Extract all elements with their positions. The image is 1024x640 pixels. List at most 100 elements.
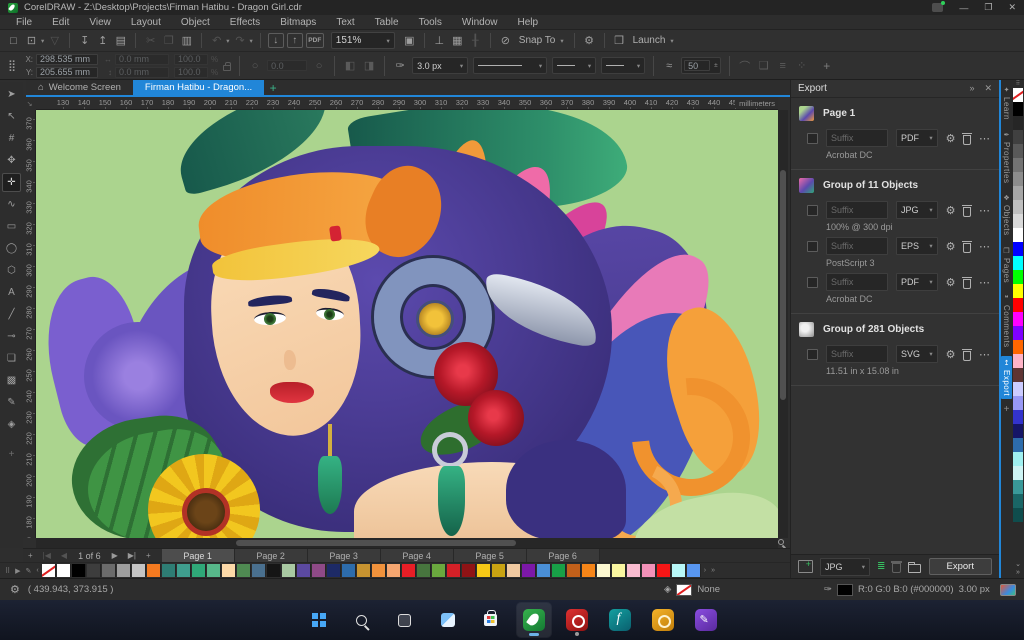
color-swatch[interactable] bbox=[1013, 256, 1023, 270]
collapse-docker-icon[interactable]: » bbox=[969, 83, 974, 94]
checkbox[interactable] bbox=[807, 240, 818, 252]
suffix-input[interactable] bbox=[826, 129, 888, 147]
scale-x-field[interactable] bbox=[174, 53, 208, 65]
color-swatch[interactable] bbox=[596, 564, 611, 577]
docker-tab-export[interactable]: ↥ Export bbox=[1001, 355, 1012, 400]
color-swatch[interactable] bbox=[476, 564, 491, 577]
more-options-icon[interactable]: ⋯ bbox=[979, 348, 991, 361]
color-swatch[interactable] bbox=[551, 564, 566, 577]
share-upload-icon[interactable]: ↥ bbox=[95, 33, 110, 49]
add-tool[interactable]: + bbox=[2, 445, 21, 464]
color-swatch[interactable] bbox=[416, 564, 431, 577]
status-settings-gear-icon[interactable]: ⚙ bbox=[10, 583, 20, 596]
more-options-icon[interactable]: ⋯ bbox=[979, 204, 991, 217]
polygon-tool[interactable]: ⬡ bbox=[2, 261, 21, 280]
account-icon[interactable] bbox=[932, 1, 946, 12]
trash-icon[interactable] bbox=[962, 132, 972, 145]
color-proof-monitor-icon[interactable] bbox=[1000, 583, 1016, 596]
color-swatch[interactable] bbox=[386, 564, 401, 577]
page-tab-4[interactable]: Page 4 bbox=[380, 548, 454, 563]
close-button[interactable]: ✕ bbox=[1008, 2, 1016, 13]
show-rulers-icon[interactable]: ⊥ bbox=[432, 33, 447, 49]
snap-off-icon[interactable]: ⊘ bbox=[498, 33, 513, 49]
capture-icon[interactable] bbox=[646, 603, 680, 637]
color-swatch[interactable] bbox=[1013, 466, 1023, 480]
outline-width-select[interactable]: 3.0 px ▾ bbox=[412, 57, 469, 74]
previous-page-icon[interactable]: ◀ bbox=[56, 551, 72, 560]
color-swatch[interactable] bbox=[146, 564, 161, 577]
restore-button[interactable]: ❐ bbox=[984, 2, 992, 13]
widgets-icon[interactable] bbox=[431, 603, 465, 637]
color-swatch[interactable] bbox=[1013, 494, 1023, 508]
print-icon[interactable]: ▤ bbox=[113, 33, 128, 49]
settings-gear-icon[interactable]: ⚙ bbox=[946, 132, 956, 145]
scrollbar-thumb[interactable] bbox=[236, 540, 516, 546]
trash-icon[interactable] bbox=[962, 348, 972, 361]
docker-tab-learn[interactable]: ✦ Learn bbox=[1001, 83, 1012, 123]
color-swatch[interactable] bbox=[131, 564, 146, 577]
docker-tab-properties[interactable]: ✒ Properties bbox=[1001, 128, 1012, 186]
eyedropper-icon[interactable]: ✎ bbox=[24, 567, 34, 575]
checkbox[interactable] bbox=[807, 348, 818, 360]
color-swatch[interactable] bbox=[641, 564, 656, 577]
export-button[interactable]: Export bbox=[928, 558, 992, 575]
publish-pdf-icon[interactable]: PDF bbox=[305, 33, 324, 48]
scroll-down-icon[interactable]: ⌄ bbox=[1015, 561, 1021, 569]
color-swatch[interactable] bbox=[1013, 452, 1023, 466]
color-swatch[interactable] bbox=[191, 564, 206, 577]
docker-tab-comments[interactable]: ❝ Comments bbox=[1001, 291, 1012, 351]
color-swatch[interactable] bbox=[401, 564, 416, 577]
color-swatch[interactable] bbox=[1013, 312, 1023, 326]
color-swatch[interactable] bbox=[41, 564, 56, 577]
color-swatch[interactable] bbox=[1013, 326, 1023, 340]
scroll-left-icon[interactable]: ‹ bbox=[34, 567, 40, 574]
object-origin-icon[interactable]: ⣿ bbox=[5, 59, 19, 72]
color-swatch[interactable] bbox=[1013, 158, 1023, 172]
color-swatch[interactable] bbox=[1013, 410, 1023, 424]
get-more-download-icon[interactable]: ↧ bbox=[77, 33, 92, 49]
color-swatch[interactable] bbox=[116, 564, 131, 577]
page-tab-3[interactable]: Page 3 bbox=[307, 548, 381, 563]
color-swatch[interactable] bbox=[461, 564, 476, 577]
color-swatch[interactable] bbox=[656, 564, 671, 577]
dimension-tool[interactable]: ╱ bbox=[2, 305, 21, 324]
color-swatch[interactable] bbox=[71, 564, 86, 577]
color-swatch[interactable] bbox=[296, 564, 311, 577]
connector-tool[interactable]: ⊸ bbox=[2, 327, 21, 346]
menu-object[interactable]: Object bbox=[171, 17, 220, 28]
color-swatch[interactable] bbox=[566, 564, 581, 577]
color-swatch[interactable] bbox=[1013, 298, 1023, 312]
ruler-origin[interactable]: ↘ bbox=[23, 97, 36, 110]
format-select[interactable]: PDF ▾ bbox=[896, 129, 938, 147]
add-docker-icon[interactable]: + bbox=[1004, 404, 1010, 415]
color-swatch[interactable] bbox=[1013, 354, 1023, 368]
suffix-input[interactable] bbox=[826, 273, 888, 291]
tab-welcome-screen[interactable]: ⌂ Welcome Screen bbox=[26, 80, 133, 95]
docker-tab-pages[interactable]: ❐ Pages bbox=[1001, 244, 1012, 286]
color-swatch[interactable] bbox=[611, 564, 626, 577]
suffix-input[interactable] bbox=[826, 201, 888, 219]
color-swatch[interactable] bbox=[1013, 340, 1023, 354]
page-tab-2[interactable]: Page 2 bbox=[234, 548, 308, 563]
more-options-icon[interactable]: ⋯ bbox=[979, 132, 991, 145]
search-icon[interactable] bbox=[345, 603, 379, 637]
color-swatch[interactable] bbox=[326, 564, 341, 577]
photo-paint-icon[interactable] bbox=[560, 603, 594, 637]
rectangle-tool[interactable]: ▭ bbox=[2, 217, 21, 236]
show-grid-icon[interactable]: ▦ bbox=[450, 33, 465, 49]
first-page-icon[interactable]: |◀ bbox=[38, 551, 56, 560]
menu-edit[interactable]: Edit bbox=[42, 17, 79, 28]
checkbox[interactable] bbox=[807, 276, 818, 288]
import-icon[interactable]: ↓ bbox=[267, 33, 284, 48]
fullscreen-preview-icon[interactable]: ▣ bbox=[402, 33, 417, 49]
color-swatch[interactable] bbox=[356, 564, 371, 577]
menu-effects[interactable]: Effects bbox=[220, 17, 270, 28]
trash-icon[interactable] bbox=[962, 240, 972, 253]
format-select[interactable]: EPS ▾ bbox=[896, 237, 938, 255]
color-swatch[interactable] bbox=[446, 564, 461, 577]
more-options-icon[interactable]: ⋯ bbox=[979, 276, 991, 289]
new-document-icon[interactable]: □ bbox=[6, 33, 21, 49]
format-select[interactable]: JPG ▾ bbox=[896, 201, 938, 219]
menu-layout[interactable]: Layout bbox=[121, 17, 171, 28]
menu-bitmaps[interactable]: Bitmaps bbox=[270, 17, 326, 28]
